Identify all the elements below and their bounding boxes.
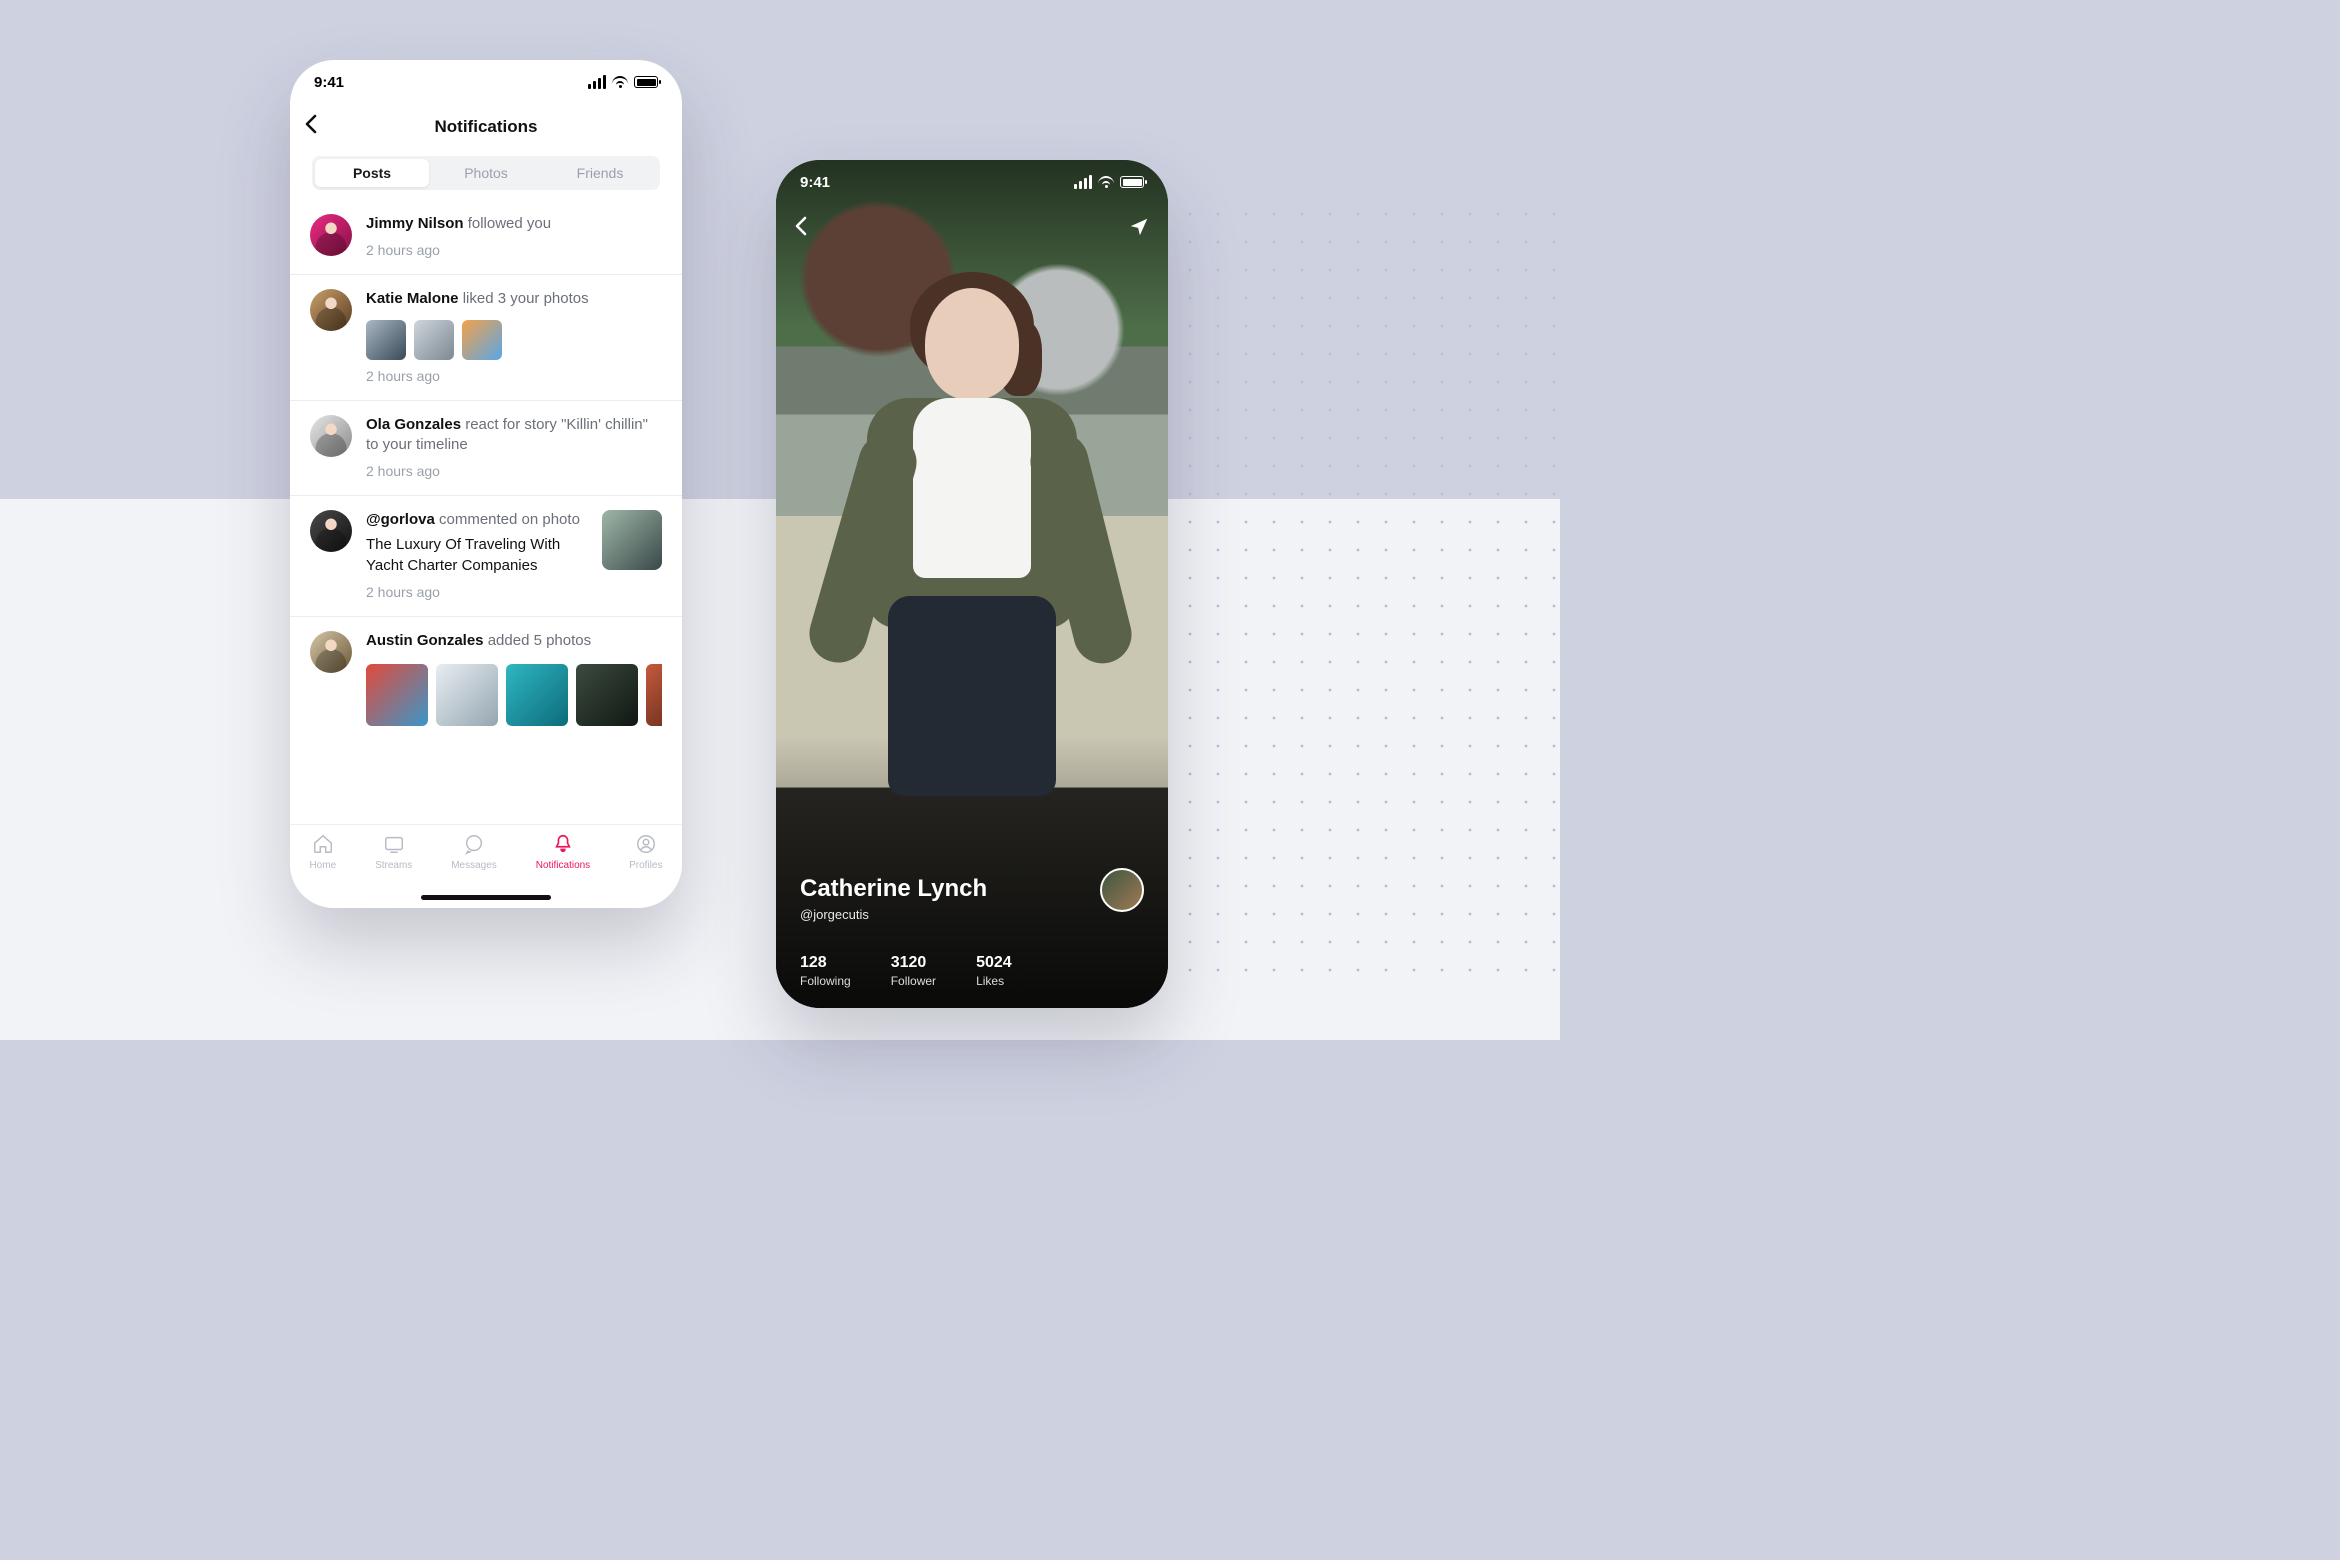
tab-streams[interactable]: Streams	[375, 833, 412, 908]
tab-label: Notifications	[536, 860, 590, 871]
stat-following[interactable]: 128 Following	[800, 954, 851, 988]
stat-number: 128	[800, 954, 851, 972]
thumb[interactable]	[646, 664, 662, 726]
notification-row[interactable]: Jimmy Nilson followed you 2 hours ago	[290, 208, 682, 275]
notification-text: Austin Gonzales added 5 photos	[366, 631, 662, 651]
avatar[interactable]	[310, 631, 352, 673]
notification-row[interactable]: Katie Malone liked 3 your photos 2 hours…	[290, 275, 682, 400]
notification-subtitle: The Luxury Of Traveling With Yacht Chart…	[366, 534, 586, 576]
photo-strip	[366, 664, 662, 726]
thumb[interactable]	[462, 320, 502, 360]
segmented-tabs: Posts Photos Friends	[312, 156, 660, 190]
tab-label: Messages	[451, 860, 497, 871]
tab-label: Streams	[375, 860, 412, 871]
notification-text: Katie Malone liked 3 your photos	[366, 289, 662, 309]
profile-photo	[842, 280, 1102, 800]
tab-profiles[interactable]: Profiles	[629, 833, 662, 908]
notification-text: @gorlova commented on photo	[366, 510, 586, 530]
back-button[interactable]	[304, 114, 318, 140]
stat-label: Following	[800, 974, 851, 988]
tab-friends[interactable]: Friends	[543, 159, 657, 187]
page-title: Notifications	[435, 117, 538, 137]
tab-label: Profiles	[629, 860, 662, 871]
thumb[interactable]	[366, 320, 406, 360]
notification-list: Jimmy Nilson followed you 2 hours ago Ka…	[290, 190, 682, 742]
notification-row[interactable]: @gorlova commented on photo The Luxury O…	[290, 496, 682, 617]
nav-header	[776, 216, 1168, 244]
share-button[interactable]	[1128, 216, 1150, 244]
status-bar: 9:41	[290, 60, 682, 104]
chevron-left-icon	[304, 114, 318, 134]
notification-row[interactable]: Ola Gonzales react for story "Killin' ch…	[290, 401, 682, 497]
bell-icon	[552, 833, 574, 855]
avatar[interactable]	[310, 214, 352, 256]
home-icon	[312, 833, 334, 855]
status-time: 9:41	[314, 74, 344, 91]
phone-profile: 9:41 Catherine Lynch @jorgecutis 128 Fol…	[776, 160, 1168, 1008]
wifi-icon	[1098, 176, 1114, 188]
thumb[interactable]	[414, 320, 454, 360]
status-time: 9:41	[800, 174, 830, 191]
profile-icon	[635, 833, 657, 855]
tab-photos[interactable]: Photos	[429, 159, 543, 187]
streams-icon	[383, 833, 405, 855]
profile-stats: 128 Following 3120 Follower 5024 Likes	[800, 954, 1144, 988]
avatar[interactable]	[310, 415, 352, 457]
cellular-icon	[588, 75, 606, 89]
chevron-left-icon	[794, 216, 808, 236]
mini-avatar[interactable]	[1100, 868, 1144, 912]
stat-follower[interactable]: 3120 Follower	[891, 954, 936, 988]
tab-label: Home	[309, 860, 336, 871]
phone-notifications: 9:41 Notifications Posts Photos Friends …	[290, 60, 682, 908]
thumb[interactable]	[366, 664, 428, 726]
thumb[interactable]	[506, 664, 568, 726]
notification-time: 2 hours ago	[366, 463, 662, 479]
photo-thumbs	[366, 320, 662, 360]
messages-icon	[463, 833, 485, 855]
status-icons	[588, 75, 658, 89]
back-button[interactable]	[794, 216, 808, 244]
notification-text: Jimmy Nilson followed you	[366, 214, 662, 234]
thumb[interactable]	[436, 664, 498, 726]
notification-time: 2 hours ago	[366, 584, 586, 600]
cellular-icon	[1074, 175, 1092, 189]
tab-home[interactable]: Home	[309, 833, 336, 908]
avatar[interactable]	[310, 510, 352, 552]
nav-header: Notifications	[290, 104, 682, 150]
stat-number: 3120	[891, 954, 936, 972]
notification-time: 2 hours ago	[366, 368, 662, 384]
home-indicator	[421, 895, 551, 900]
wifi-icon	[612, 76, 628, 88]
thumb[interactable]	[576, 664, 638, 726]
status-icons	[1074, 175, 1144, 189]
battery-icon	[1120, 176, 1144, 188]
share-icon	[1128, 216, 1150, 238]
tab-bar: Home Streams Messages Notifications Prof…	[290, 824, 682, 908]
profile-handle: @jorgecutis	[800, 907, 1144, 922]
battery-icon	[634, 76, 658, 88]
thumb[interactable]	[602, 510, 662, 570]
status-bar: 9:41	[776, 160, 1168, 204]
notification-time: 2 hours ago	[366, 242, 662, 258]
notification-row[interactable]: Austin Gonzales added 5 photos	[290, 617, 682, 741]
notification-text: Ola Gonzales react for story "Killin' ch…	[366, 415, 662, 456]
stat-likes[interactable]: 5024 Likes	[976, 954, 1012, 988]
avatar[interactable]	[310, 289, 352, 331]
stat-label: Follower	[891, 974, 936, 988]
stat-label: Likes	[976, 974, 1012, 988]
tab-posts[interactable]: Posts	[315, 159, 429, 187]
profile-name: Catherine Lynch	[800, 875, 1144, 903]
stat-number: 5024	[976, 954, 1012, 972]
profile-info: Catherine Lynch @jorgecutis	[800, 875, 1144, 922]
